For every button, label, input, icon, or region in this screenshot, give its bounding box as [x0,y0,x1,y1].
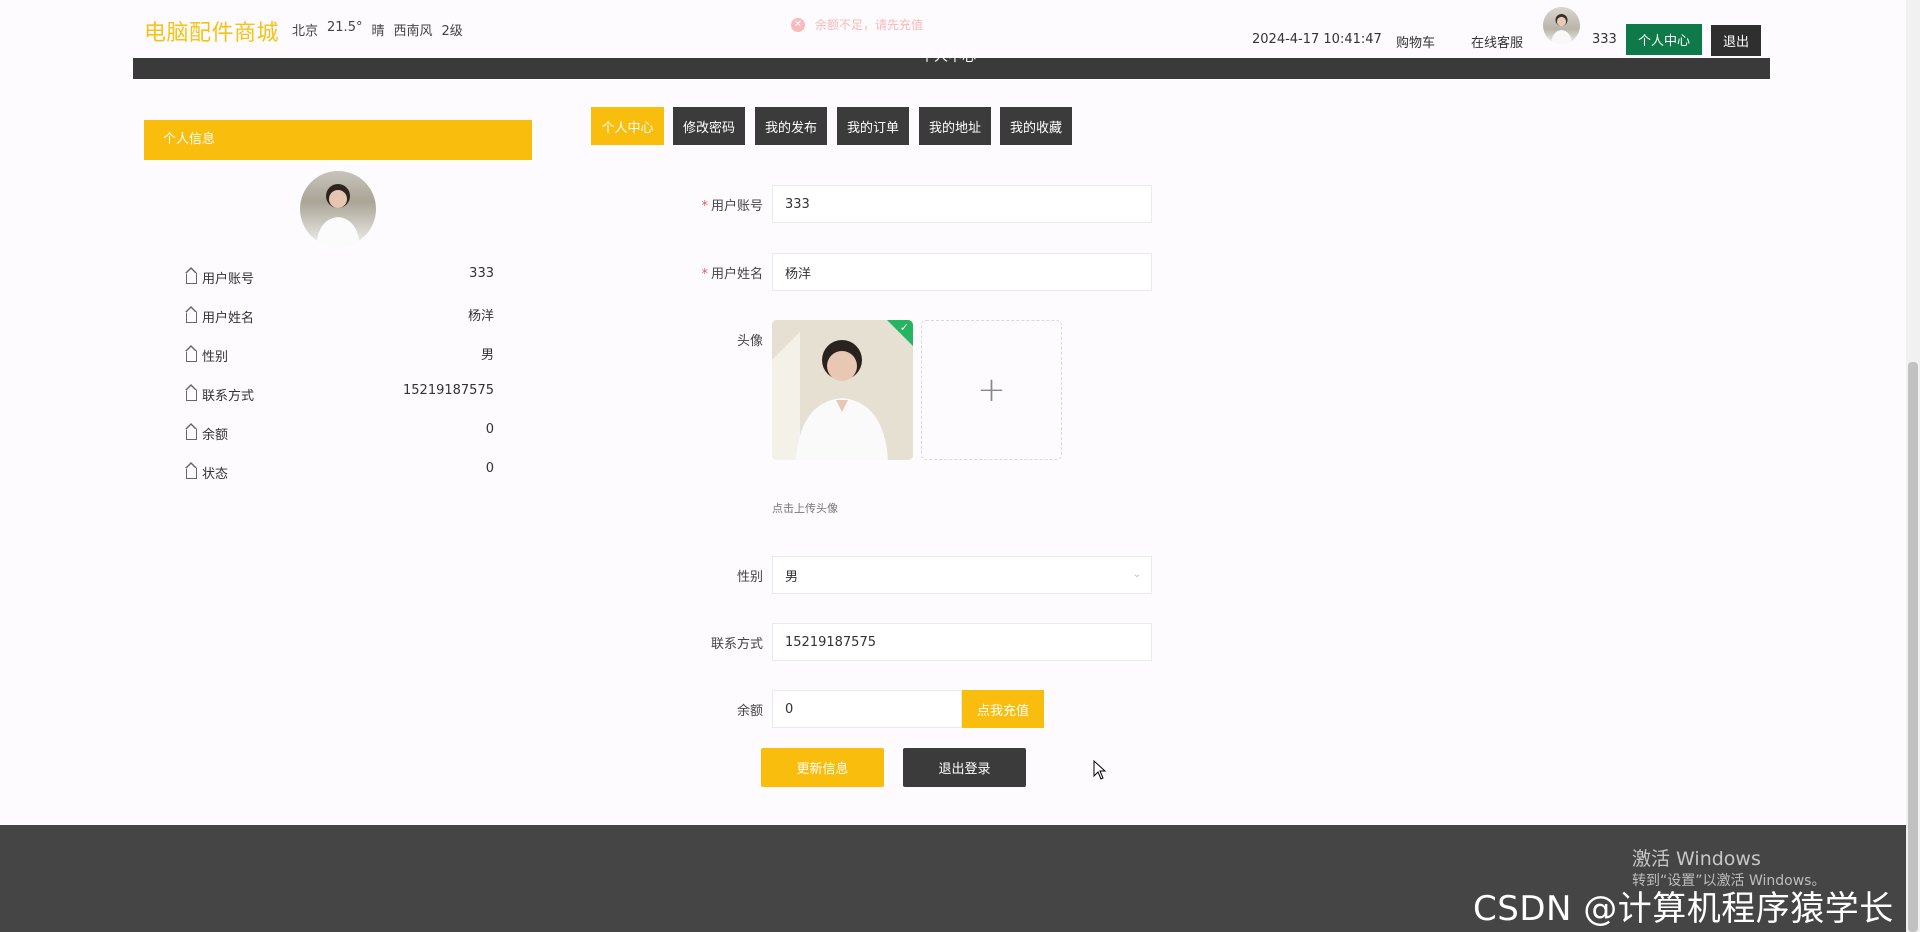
phone-label: 联系方式 [710,637,763,652]
home-icon [185,462,197,479]
scrollbar-thumb[interactable] [1908,362,1918,932]
personal-info-header: 个人信息 [144,120,532,160]
info-row-status: 状态 0 [185,461,494,483]
name-label: * 用户姓名 [623,263,763,282]
info-label: 用户账号 [202,271,255,287]
header-avatar[interactable] [1543,7,1580,44]
info-label: 性别 [202,349,229,365]
toast-message: 余额不足，请先充值 [815,18,924,32]
gender-select[interactable]: 男 ⌄ [772,556,1152,594]
gender-selected-value: 男 [785,569,799,585]
update-info-button[interactable]: 更新信息 [761,748,884,787]
weather-condition: 晴 [371,24,385,39]
tab-personal-center[interactable]: 个人中心 [591,107,664,145]
site-brand[interactable]: 电脑配件商城 [144,15,279,47]
info-value: 杨洋 [467,309,494,324]
info-value: 0 [485,461,494,476]
error-toast: ✕ 余额不足，请先充值 [791,16,923,33]
account-input[interactable]: 333 [772,185,1152,223]
info-row-account: 用户账号 333 [185,266,494,288]
avatar-upload-hint: 点击上传头像 [772,502,838,515]
current-datetime: 2024-4-17 10:41:47 [1252,32,1382,47]
tab-my-addresses[interactable]: 我的地址 [919,107,991,145]
person-photo-icon [316,184,360,247]
info-value: 333 [469,266,494,281]
tab-my-posts[interactable]: 我的发布 [755,107,827,145]
info-value: 男 [480,348,494,363]
info-row-name: 用户姓名 杨洋 [185,305,494,327]
account-label-text: 用户账号 [710,199,763,214]
tab-my-orders[interactable]: 我的订单 [837,107,909,145]
home-icon [185,384,197,401]
weather-level: 2级 [441,24,463,39]
info-label: 余额 [202,427,229,443]
home-icon [185,423,197,440]
info-row-balance: 余额 0 [185,422,494,444]
person-photo-icon [1551,14,1572,44]
name-input[interactable]: 杨洋 [772,253,1152,291]
windows-activation-title: 激活 Windows [1632,848,1761,870]
required-mark: * [701,267,708,282]
balance-label: 余额 [736,704,763,719]
account-label: * 用户账号 [623,195,763,214]
home-icon [185,267,197,284]
logout-button[interactable]: 退出 [1711,25,1761,56]
info-label: 状态 [202,466,229,482]
info-row-phone: 联系方式 15219187575 [185,383,494,405]
personal-center-button[interactable]: 个人中心 [1626,24,1702,55]
close-circle-icon: ✕ [791,17,805,32]
recharge-button[interactable]: 点我充值 [962,690,1044,728]
profile-avatar [300,171,376,247]
header-username: 333 [1592,32,1617,47]
uploaded-avatar[interactable]: ✓ [772,320,913,460]
exit-login-button[interactable]: 退出登录 [903,748,1026,787]
weather-widget: 北京 21.5° 晴 西南风 2级 [292,20,463,39]
weather-city: 北京 [292,24,319,39]
add-image-button[interactable]: + [921,320,1062,460]
info-value: 0 [485,422,494,437]
info-value: 15219187575 [403,383,494,398]
tab-my-favorites[interactable]: 我的收藏 [1000,107,1072,145]
info-label: 联系方式 [202,388,255,404]
home-icon [185,306,197,323]
tab-change-password[interactable]: 修改密码 [673,107,745,145]
weather-temperature: 21.5° [327,20,363,35]
cart-link[interactable]: 购物车 [1396,32,1435,51]
banner-title: 个人中心 [920,49,976,65]
balance-input[interactable]: 0 [772,690,962,728]
name-label-text: 用户姓名 [710,267,763,282]
gender-label: 性别 [736,570,763,585]
home-icon [185,345,197,362]
phone-input[interactable]: 15219187575 [772,623,1152,661]
online-service-link[interactable]: 在线客服 [1471,32,1523,51]
required-mark: * [701,199,708,214]
chevron-down-icon: ⌄ [1132,569,1141,580]
avatar-label: 头像 [736,334,763,349]
csdn-watermark: CSDN @计算机程序猿学长 [1473,889,1894,929]
info-row-gender: 性别 男 [185,344,494,366]
info-label: 用户姓名 [202,310,255,326]
weather-wind: 西南风 [393,24,433,39]
plus-icon: + [977,370,1006,410]
check-icon: ✓ [899,321,909,334]
mouse-cursor-icon [1093,760,1107,780]
